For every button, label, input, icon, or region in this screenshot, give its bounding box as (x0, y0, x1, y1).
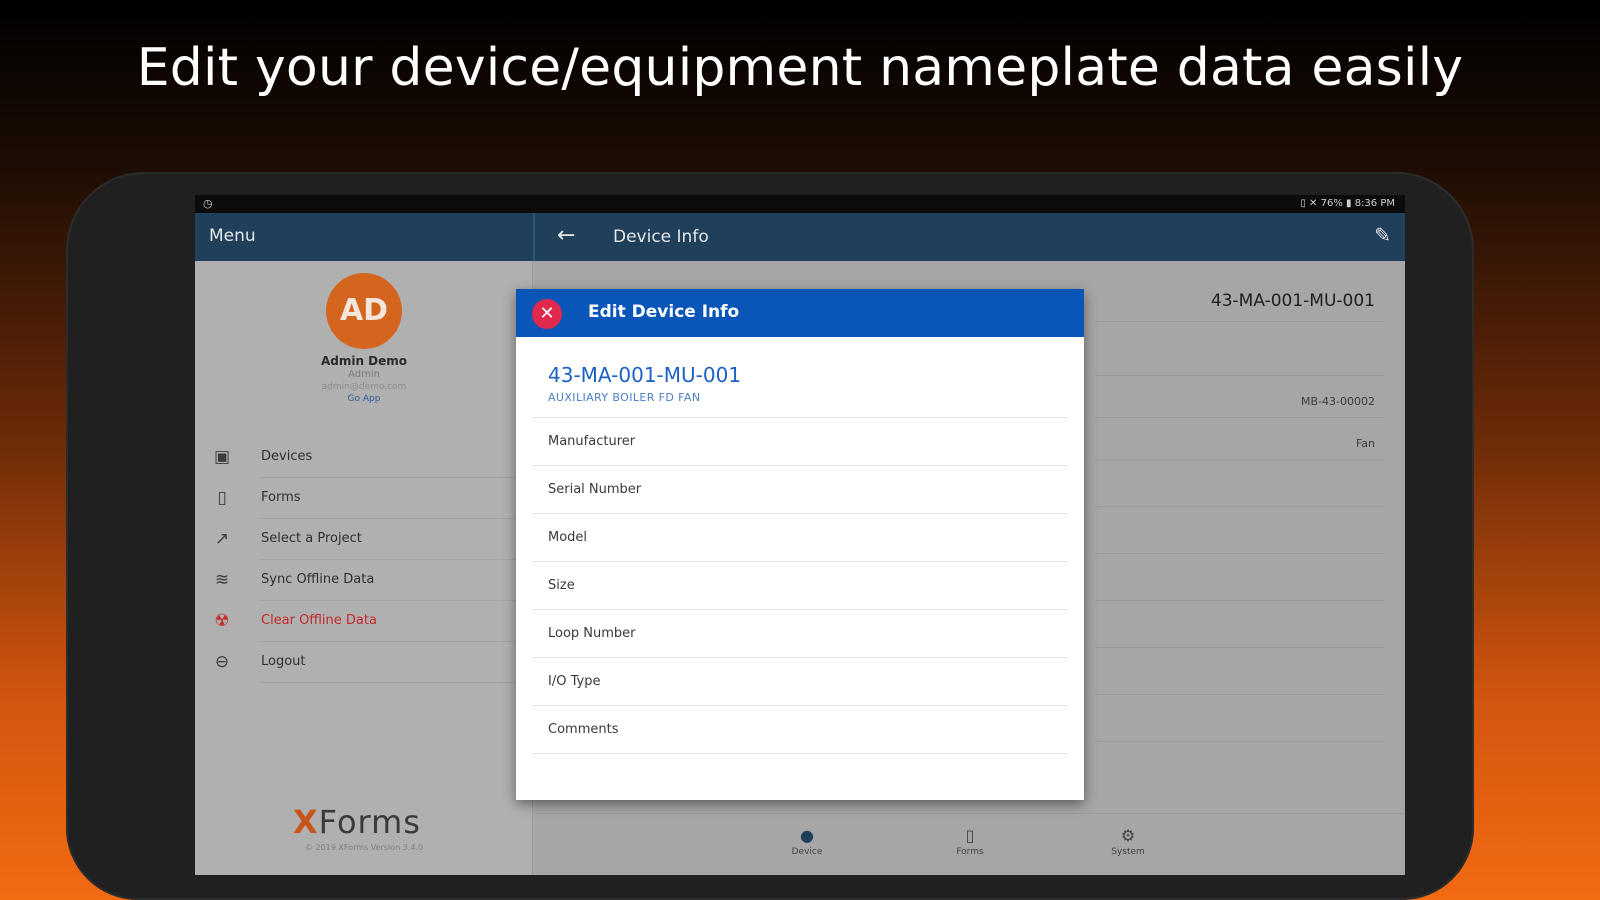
menu-item-label: Logout (261, 654, 306, 669)
user-role: Admin (348, 369, 380, 380)
field-loop-number[interactable]: Loop Number (532, 610, 1068, 658)
menu-item-select-project[interactable]: ↗ Select a Project (215, 519, 533, 560)
divider (1095, 506, 1385, 507)
device-value: Fan (1355, 437, 1375, 450)
divider (1095, 600, 1385, 601)
field-model[interactable]: Model (532, 514, 1068, 562)
system-icon: ⚙ (1120, 826, 1136, 845)
menu-item-devices[interactable]: ▣ Devices (214, 437, 533, 478)
tab-system[interactable]: ⚙ System (1083, 826, 1173, 857)
menu-item-clear-data[interactable]: ☢ Clear Offline Data (214, 601, 533, 642)
field-size[interactable]: Size (532, 562, 1068, 610)
menu-item-forms[interactable]: ▯ Forms (217, 478, 533, 519)
bottom-navigation: ● Device ▯ Forms ⚙ System (535, 813, 1405, 875)
field-list: Manufacturer Serial Number Model Size Lo… (532, 418, 1068, 754)
menu-list: ▣ Devices ▯ Forms ↗ Select a Project ≋ S… (195, 437, 533, 683)
dialog-header: ✕ Edit Device Info (516, 289, 1084, 337)
divider (1095, 694, 1385, 695)
field-label: Size (548, 578, 575, 593)
back-arrow-icon[interactable]: ← (557, 223, 575, 248)
field-label: Serial Number (548, 482, 642, 497)
forms-icon: ▯ (217, 488, 227, 508)
field-label: Manufacturer (548, 434, 636, 449)
dialog-title: Edit Device Info (588, 302, 740, 322)
menu-item-logout[interactable]: ⊖ Logout (215, 642, 533, 683)
navigation-drawer: AD Admin Demo Admin admin@demo.com Go Ap… (195, 261, 533, 875)
menu-item-label: Forms (261, 490, 301, 505)
sync-icon: ≋ (214, 570, 230, 590)
tab-forms[interactable]: ▯ Forms (925, 826, 1015, 857)
user-link[interactable]: Go App (195, 394, 533, 404)
user-name: Admin Demo (320, 354, 408, 368)
close-icon[interactable]: ✕ (532, 299, 562, 329)
dialog-device-id: 43-MA-001-MU-001 (548, 363, 742, 387)
device-id-label: 43-MA-001-MU-001 (1210, 291, 1375, 311)
divider (1095, 741, 1385, 742)
dialog-device-description: AUXILIARY BOILER FD FAN (548, 391, 701, 404)
forms-icon: ▯ (965, 826, 975, 845)
field-label: Comments (548, 722, 619, 737)
divider (1095, 375, 1385, 376)
xforms-logo: XForms (293, 803, 421, 841)
field-label: Loop Number (548, 626, 636, 641)
user-email: admin@demo.com (321, 382, 407, 392)
logout-icon: ⊖ (214, 652, 230, 672)
main-appbar: ← Device Info ✎ (533, 213, 1405, 261)
divider (1095, 459, 1385, 460)
field-serial-number[interactable]: Serial Number (532, 466, 1068, 514)
field-comments[interactable]: Comments (532, 706, 1068, 754)
menu-item-sync[interactable]: ≋ Sync Offline Data (215, 560, 533, 601)
menu-item-label: Sync Offline Data (261, 572, 375, 587)
divider (1095, 321, 1385, 322)
field-io-type[interactable]: I/O Type (532, 658, 1068, 706)
edit-pencil-icon[interactable]: ✎ (1374, 223, 1391, 247)
notification-icon: ◷ (203, 197, 213, 210)
field-manufacturer[interactable]: Manufacturer (532, 418, 1068, 466)
headline: Edit your device/equipment nameplate dat… (136, 38, 1464, 98)
field-label: Model (548, 530, 588, 545)
divider (1095, 553, 1385, 554)
edit-device-dialog: ✕ Edit Device Info 43-MA-001-MU-001 AUXI… (516, 289, 1084, 800)
device-value: MB-43-00002 (1301, 395, 1375, 408)
menu-item-label: Devices (261, 449, 313, 464)
clear-data-icon: ☢ (214, 611, 230, 631)
copyright-text: © 2019 XForms Version 3.4.0 (304, 843, 424, 852)
project-icon: ↗ (214, 529, 230, 549)
divider (1095, 647, 1385, 648)
page-title: Device Info (613, 227, 709, 247)
menu-item-label: Clear Offline Data (261, 613, 377, 628)
menu-item-label: Select a Project (261, 531, 362, 546)
menu-title: Menu (209, 226, 256, 246)
tab-device[interactable]: ● Device (762, 826, 852, 857)
avatar: AD (326, 273, 402, 349)
status-bar: ◷ ▯ ✕ 76% ▮ 8:36 PM (195, 195, 1405, 213)
info-icon: ● (800, 826, 814, 845)
devices-icon: ▣ (213, 447, 231, 467)
field-label: I/O Type (548, 674, 601, 689)
divider (1095, 417, 1385, 418)
status-text: ▯ ✕ 76% ▮ 8:36 PM (1300, 198, 1395, 209)
menu-appbar: Menu (195, 213, 533, 261)
